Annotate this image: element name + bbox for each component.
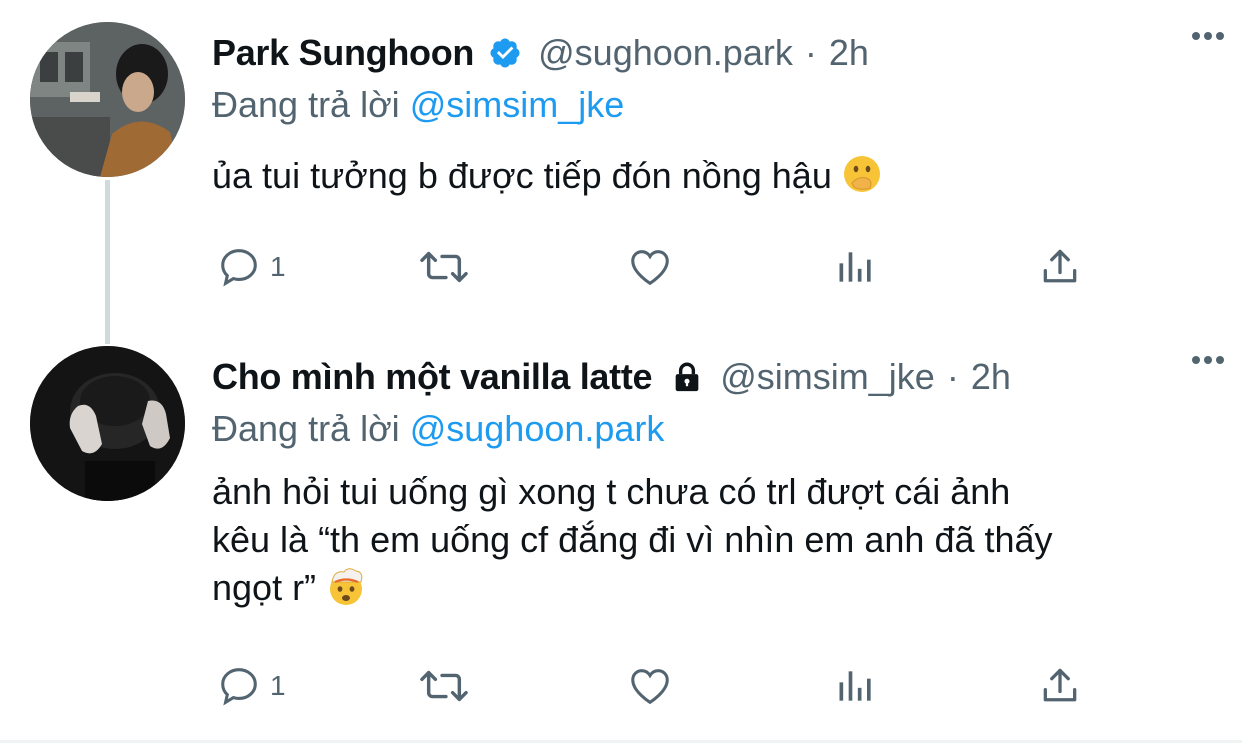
lock-icon [670,360,704,394]
tweet-text: ủa tui tưởng b được tiếp đón nồng hậu [212,152,1242,206]
avatar-image [30,22,185,177]
verified-badge-icon [488,36,522,70]
like-button[interactable] [626,663,674,709]
heart-icon [631,669,669,705]
tweet-header: Park Sunghoon @sughoon.park · 2h [212,28,1242,78]
reply-button[interactable]: 1 [216,244,286,290]
tweet-text: ảnh hỏi tui uống gì xong t chưa có trl đ… [212,468,1242,618]
share-button[interactable] [1038,663,1082,709]
tweet[interactable]: Park Sunghoon @sughoon.park · 2h Đang tr… [212,28,1242,287]
replying-prefix: Đang trả lời [212,408,400,449]
tweet-actions: 1 [212,663,1092,723]
tweet-text-line: kêu là “th em uống cf đắng đi vì nhìn em… [212,519,1053,560]
retweet-button[interactable] [416,663,472,709]
tweet-header: Cho mình một vanilla latte @simsim_jke ·… [212,352,1242,402]
avatar-image [30,346,185,501]
more-options-icon[interactable] [1188,340,1228,385]
like-button[interactable] [626,244,674,290]
reply-count: 1 [270,251,286,282]
analytics-icon [839,252,871,282]
avatar[interactable] [30,346,185,501]
tweet-text-line: ủa tui tưởng b được tiếp đón nồng hậu [212,155,832,196]
display-name[interactable]: Park Sunghoon [212,32,474,74]
reply-icon [221,668,257,706]
face-with-hand-over-mouth-icon [842,154,882,206]
more-options-icon[interactable] [1188,16,1228,61]
separator: · [804,32,817,73]
tweet-actions: 1 [212,244,1092,304]
reply-button[interactable]: 1 [216,663,286,709]
analytics-button[interactable] [834,663,878,709]
tweet-text-line: ảnh hỏi tui uống gì xong t chưa có trl đ… [212,471,1011,512]
share-button[interactable] [1038,244,1082,290]
reply-count: 1 [270,670,286,701]
retweet-icon [420,251,468,283]
handle[interactable]: @sughoon.park [538,32,793,74]
timestamp[interactable]: 2h [829,32,869,74]
retweet-icon [420,670,468,702]
timestamp[interactable]: 2h [971,356,1011,398]
reply-icon [221,249,257,287]
replying-prefix: Đang trả lời [212,84,400,125]
heart-icon [631,250,669,286]
retweet-button[interactable] [416,244,472,290]
mention-link[interactable]: @sughoon.park [410,408,665,449]
tweet[interactable]: Cho mình một vanilla latte @simsim_jke ·… [212,352,1242,706]
tweet-text-line: ngọt r” [212,567,317,608]
display-name[interactable]: Cho mình một vanilla latte [212,356,653,398]
exploding-head-icon [326,566,366,618]
mention-link[interactable]: @simsim_jke [410,84,625,125]
avatar[interactable] [30,22,185,177]
replying-to: Đang trả lời @simsim_jke [212,80,1242,130]
separator: · [946,356,959,397]
handle[interactable]: @simsim_jke [720,356,935,398]
replying-to: Đang trả lời @sughoon.park [212,404,1242,454]
share-icon [1043,668,1077,702]
thread-connector-line [105,180,110,344]
analytics-icon [839,671,871,701]
analytics-button[interactable] [834,244,878,290]
share-icon [1043,249,1077,283]
